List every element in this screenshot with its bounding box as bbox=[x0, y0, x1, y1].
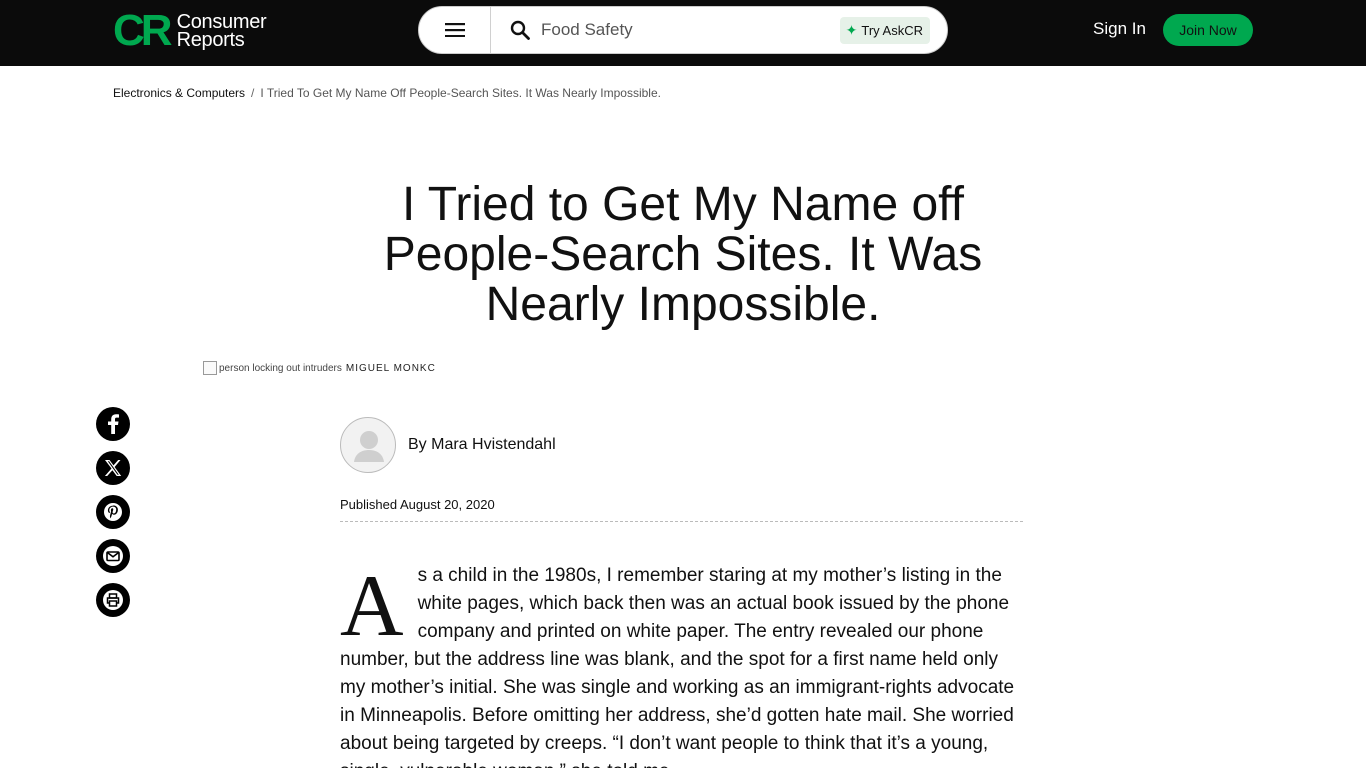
breadcrumb: Electronics & Computers / I Tried To Get… bbox=[113, 86, 661, 100]
author-link[interactable]: Mara Hvistendahl bbox=[431, 436, 556, 453]
search-icon[interactable] bbox=[509, 19, 531, 41]
logo-line-2: Reports bbox=[176, 29, 245, 51]
article-paragraph: s a child in the 1980s, I remember stari… bbox=[340, 565, 1015, 768]
logo-wordmark: Consumer Reports bbox=[176, 12, 267, 51]
sign-in-link[interactable]: Sign In bbox=[1093, 19, 1146, 39]
join-now-button[interactable]: Join Now bbox=[1163, 14, 1253, 46]
image-alt-text: person locking out intruders bbox=[219, 362, 342, 374]
breadcrumb-parent-link[interactable]: Electronics & Computers bbox=[113, 86, 245, 100]
image-credit: MIGUEL MONKC bbox=[345, 362, 436, 374]
published-date: Published August 20, 2020 bbox=[340, 497, 495, 512]
print-icon bbox=[103, 590, 123, 610]
byline: By Mara Hvistendahl bbox=[408, 436, 556, 454]
site-header: CR Consumer Reports ✦ Try AskCR Sign In … bbox=[0, 0, 1366, 66]
drop-cap: A bbox=[340, 558, 404, 655]
user-silhouette-icon bbox=[354, 431, 384, 462]
email-share-button[interactable] bbox=[96, 539, 130, 573]
breadcrumb-separator: / bbox=[251, 86, 255, 100]
email-icon bbox=[103, 546, 123, 566]
hamburger-menu-icon bbox=[444, 23, 465, 37]
byline-prefix: By bbox=[408, 436, 432, 453]
pinterest-share-button[interactable] bbox=[96, 495, 130, 529]
article-title: I Tried to Get My Name off People-Search… bbox=[383, 178, 983, 331]
article-body: A s a child in the 1980s, I remember sta… bbox=[340, 562, 1023, 768]
search-input[interactable] bbox=[541, 20, 831, 40]
facebook-share-button[interactable] bbox=[96, 407, 130, 441]
breadcrumb-current: I Tried To Get My Name Off People-Search… bbox=[260, 86, 661, 100]
social-share-bar bbox=[96, 407, 130, 627]
logo-mark: CR bbox=[113, 6, 173, 55]
pinterest-icon bbox=[104, 503, 122, 521]
try-askcr-button[interactable]: ✦ Try AskCR bbox=[839, 17, 930, 44]
print-button[interactable] bbox=[96, 583, 130, 617]
x-share-button[interactable] bbox=[96, 451, 130, 485]
facebook-icon bbox=[108, 414, 119, 434]
search-bar: ✦ Try AskCR bbox=[418, 6, 948, 54]
broken-image-icon bbox=[203, 361, 217, 375]
byline-divider bbox=[340, 521, 1023, 522]
hero-image: person locking out intruders MIGUEL MONK… bbox=[203, 361, 436, 375]
sparkle-icon: ✦ bbox=[845, 22, 858, 38]
consumer-reports-logo[interactable]: CR Consumer Reports bbox=[113, 6, 267, 55]
broken-image-placeholder: person locking out intruders bbox=[203, 361, 342, 375]
x-icon bbox=[104, 460, 122, 476]
author-avatar[interactable] bbox=[340, 417, 396, 473]
menu-button[interactable] bbox=[419, 7, 491, 53]
askcr-label: Try AskCR bbox=[861, 23, 923, 38]
